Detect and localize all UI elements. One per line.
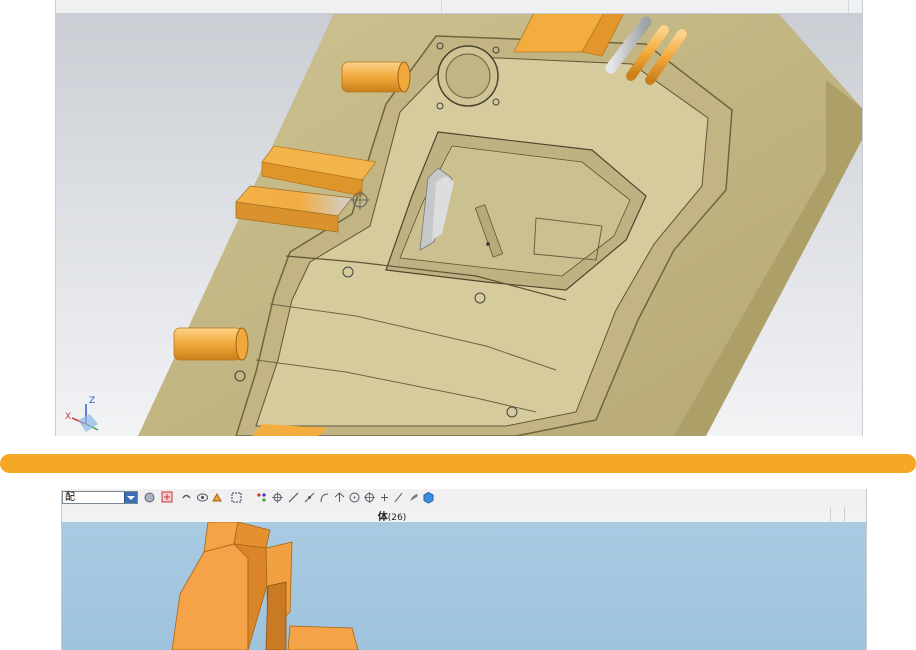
strip-separator xyxy=(441,0,442,13)
line-icon[interactable] xyxy=(287,491,300,504)
type-filter-select[interactable]: 配 xyxy=(62,491,138,504)
view-icon[interactable] xyxy=(196,491,209,504)
undo-icon[interactable] xyxy=(180,491,193,504)
center-icon[interactable] xyxy=(271,491,284,504)
perpendicular-icon[interactable] xyxy=(333,491,346,504)
status-row: 体(26) xyxy=(62,507,866,523)
top-cad-viewport[interactable]: Z X xyxy=(55,0,863,436)
guide-cylinder-end xyxy=(235,327,249,361)
mold-part-rib-face xyxy=(265,581,287,650)
cube-icon[interactable] xyxy=(422,491,435,504)
filter-icon[interactable] xyxy=(143,491,156,504)
selection-toolbar: 配 xyxy=(62,489,866,508)
top-window-strip xyxy=(56,0,862,14)
snap-icon[interactable] xyxy=(211,491,224,504)
bottom-cad-window[interactable]: 配 体(26) xyxy=(61,489,867,650)
body-count-status: 体(26) xyxy=(62,508,722,523)
target-icon[interactable] xyxy=(363,491,376,504)
round-port-inner xyxy=(445,53,491,99)
tangent-icon[interactable] xyxy=(303,491,316,504)
brush-icon[interactable] xyxy=(407,491,420,504)
status-separator xyxy=(830,507,831,522)
point-icon[interactable] xyxy=(255,491,268,504)
chevron-down-icon[interactable] xyxy=(124,492,137,503)
strip-separator xyxy=(848,0,849,13)
guide-cylinder-end xyxy=(397,61,411,93)
guide-cylinder xyxy=(341,61,405,93)
plus-icon[interactable] xyxy=(378,491,391,504)
bottom-cad-viewport[interactable] xyxy=(62,522,866,650)
circle-icon[interactable] xyxy=(348,491,361,504)
pin-hole xyxy=(486,242,490,246)
axis-z-label: Z xyxy=(89,396,96,406)
box-select-icon[interactable] xyxy=(230,491,243,504)
arc-icon[interactable] xyxy=(318,491,331,504)
select-all-icon[interactable] xyxy=(161,491,174,504)
top-model-canvas[interactable] xyxy=(56,0,862,436)
bottom-model-canvas[interactable] xyxy=(62,522,866,650)
guide-cylinder xyxy=(173,327,243,361)
status-separator xyxy=(844,507,845,522)
type-filter-value: 配 xyxy=(65,492,75,503)
section-divider xyxy=(0,454,916,473)
slash-icon[interactable] xyxy=(392,491,405,504)
axis-x-label: X xyxy=(65,412,72,422)
mold-part-arm xyxy=(287,625,359,650)
